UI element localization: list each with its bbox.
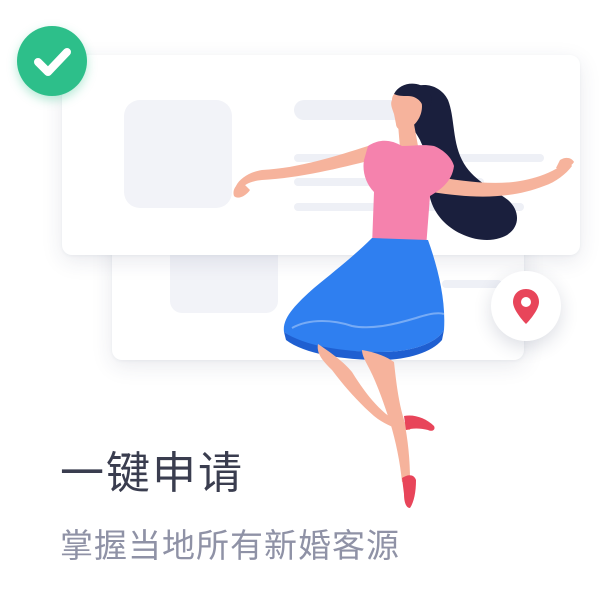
page-title: 一键申请 [60,448,244,499]
page-subtitle: 掌握当地所有新婚客源 [60,526,400,565]
woman-illustration [233,83,574,508]
